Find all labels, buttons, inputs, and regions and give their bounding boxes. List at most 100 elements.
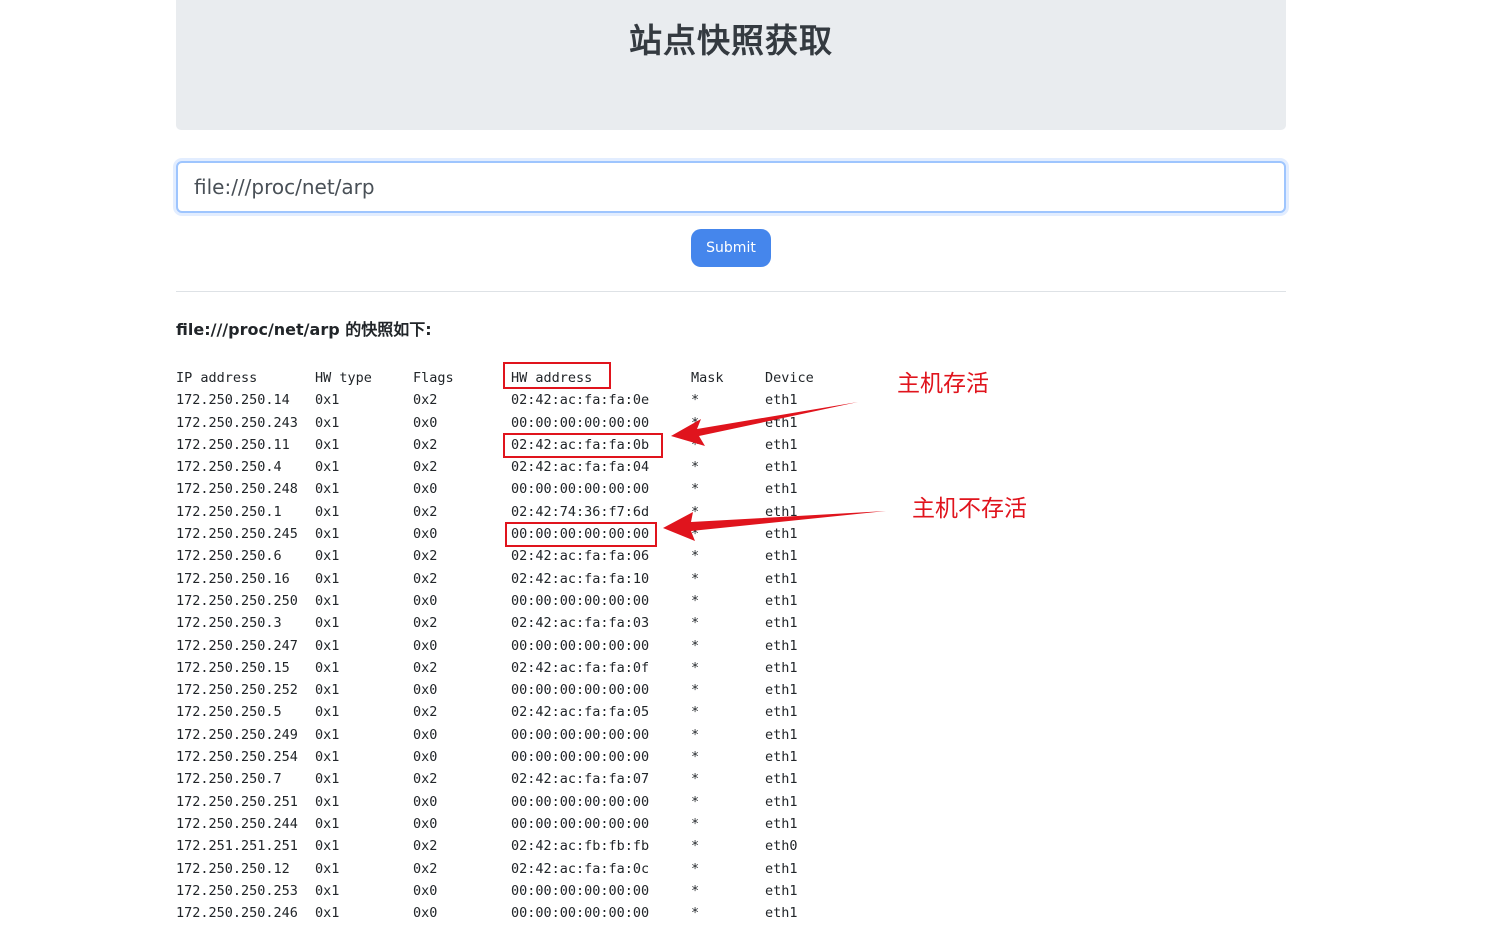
ip-address-cell: 172.250.250.15: [176, 659, 290, 676]
hw-type-cell: 0x1: [315, 882, 340, 899]
ip-address-cell: 172.250.250.243: [176, 414, 298, 431]
hw-address-cell: 00:00:00:00:00:00: [511, 414, 650, 431]
ip-address-cell: 172.250.250.246: [176, 905, 298, 922]
hw-address-cell: 00:00:00:00:00:00: [511, 637, 650, 654]
ip-address-cell: 172.250.250.14: [176, 392, 290, 409]
device-cell: eth1: [765, 526, 798, 543]
ip-address-cell: 172.250.250.248: [176, 481, 298, 498]
device-cell: eth1: [765, 548, 798, 565]
flags-cell: 0x2: [413, 503, 438, 520]
table-row: 172.250.250.12 0x1 0x2 02:42:ac:fa:fa:0c * et…: [176, 858, 836, 880]
hw-type-cell: 0x1: [315, 392, 340, 409]
hw-type-cell: 0x1: [315, 659, 340, 676]
table-row: 172.251.251.251 0x1 0x2 02:42:ac:fb:fb:fb * e…: [176, 835, 836, 857]
column-header-ip-address: IP address: [176, 370, 258, 386]
divider: [176, 291, 1286, 292]
hw-address-cell: 00:00:00:00:00:00: [511, 481, 650, 498]
page-header: 站点快照获取: [176, 0, 1286, 130]
hw-address-cell: 00:00:00:00:00:00: [511, 682, 650, 699]
hw-address-cell: 00:00:00:00:00:00: [511, 726, 650, 743]
table-row: 172.250.250.251 0x1 0x0 00:00:00:00:00:00 * e…: [176, 791, 836, 813]
hw-type-cell: 0x1: [315, 682, 340, 699]
flags-cell: 0x2: [413, 570, 438, 587]
device-cell: eth1: [765, 793, 798, 810]
mask-cell: *: [691, 481, 700, 498]
device-cell: eth1: [765, 436, 798, 453]
table-row: 172.250.250.7 0x1 0x2 02:42:ac:fa:fa:07 * eth…: [176, 768, 836, 790]
column-header-flags: Flags: [413, 370, 454, 386]
annotation-host-alive: 主机存活: [897, 371, 989, 397]
device-cell: eth1: [765, 503, 798, 520]
hw-type-cell: 0x1: [315, 704, 340, 721]
table-row: 172.250.250.4 0x1 0x2 02:42:ac:fa:fa:04 * eth…: [176, 456, 836, 478]
flags-cell: 0x0: [413, 592, 438, 609]
mask-cell: *: [691, 615, 700, 632]
ip-address-cell: 172.250.250.253: [176, 882, 298, 899]
ip-address-cell: 172.250.250.4: [176, 459, 282, 476]
table-row: 172.250.250.249 0x1 0x0 00:00:00:00:00:00 * e…: [176, 724, 836, 746]
flags-cell: 0x0: [413, 682, 438, 699]
hw-type-cell: 0x1: [315, 526, 340, 543]
mask-cell: *: [691, 704, 700, 721]
hw-address-cell: 02:42:ac:fa:fa:03: [511, 615, 650, 632]
flags-cell: 0x0: [413, 414, 438, 431]
flags-cell: 0x2: [413, 615, 438, 632]
ip-address-cell: 172.250.250.7: [176, 771, 282, 788]
mask-cell: *: [691, 793, 700, 810]
mask-cell: *: [691, 436, 700, 453]
table-row: 172.250.250.1 0x1 0x2 02:42:74:36:f7:6d * eth…: [176, 501, 836, 523]
flags-cell: 0x2: [413, 838, 438, 855]
hw-address-cell: 00:00:00:00:00:00: [511, 815, 650, 832]
flags-cell: 0x2: [413, 548, 438, 565]
mask-cell: *: [691, 659, 700, 676]
ip-address-cell: 172.250.250.12: [176, 860, 290, 877]
mask-cell: *: [691, 414, 700, 431]
table-row: 172.250.250.14 0x1 0x2 02:42:ac:fa:fa:0e * et…: [176, 389, 836, 411]
result-heading: file:///proc/net/arp 的快照如下:: [176, 320, 432, 339]
hw-type-cell: 0x1: [315, 570, 340, 587]
column-header-hw-type: HW type: [315, 370, 372, 386]
device-cell: eth1: [765, 882, 798, 899]
column-header-mask: Mask: [691, 370, 724, 386]
url-input[interactable]: [176, 161, 1286, 213]
hw-type-cell: 0x1: [315, 548, 340, 565]
mask-cell: *: [691, 503, 700, 520]
hw-type-cell: 0x1: [315, 615, 340, 632]
hw-type-cell: 0x1: [315, 771, 340, 788]
submit-button[interactable]: Submit: [691, 229, 771, 267]
device-cell: eth1: [765, 682, 798, 699]
table-row: 172.250.250.254 0x1 0x0 00:00:00:00:00:00 * e…: [176, 746, 836, 768]
device-cell: eth1: [765, 414, 798, 431]
table-row: 172.250.250.5 0x1 0x2 02:42:ac:fa:fa:05 * eth…: [176, 701, 836, 723]
hw-address-cell: 00:00:00:00:00:00: [511, 882, 650, 899]
ip-address-cell: 172.250.250.11: [176, 436, 290, 453]
hw-type-cell: 0x1: [315, 637, 340, 654]
hw-type-cell: 0x1: [315, 414, 340, 431]
table-row: 172.250.250.247 0x1 0x0 00:00:00:00:00:00 * e…: [176, 635, 836, 657]
flags-cell: 0x2: [413, 771, 438, 788]
mask-cell: *: [691, 682, 700, 699]
hw-type-cell: 0x1: [315, 436, 340, 453]
mask-cell: *: [691, 771, 700, 788]
annotation-host-dead: 主机不存活: [912, 496, 1027, 522]
ip-address-cell: 172.250.250.254: [176, 749, 298, 766]
ip-address-cell: 172.250.250.249: [176, 726, 298, 743]
flags-cell: 0x0: [413, 726, 438, 743]
table-row: 172.250.250.243 0x1 0x0 00:00:00:00:00:00 * e…: [176, 412, 836, 434]
mask-cell: *: [691, 815, 700, 832]
hw-type-cell: 0x1: [315, 860, 340, 877]
device-cell: eth1: [765, 459, 798, 476]
flags-cell: 0x0: [413, 905, 438, 922]
ip-address-cell: 172.250.250.252: [176, 682, 298, 699]
ip-address-cell: 172.251.251.251: [176, 838, 298, 855]
device-cell: eth1: [765, 615, 798, 632]
column-header-device: Device: [765, 370, 814, 386]
device-cell: eth1: [765, 481, 798, 498]
hw-address-cell: 02:42:74:36:f7:6d: [511, 503, 650, 520]
flags-cell: 0x0: [413, 815, 438, 832]
flags-cell: 0x2: [413, 860, 438, 877]
mask-cell: *: [691, 592, 700, 609]
table-row: 172.250.250.6 0x1 0x2 02:42:ac:fa:fa:06 * eth…: [176, 545, 836, 567]
device-cell: eth1: [765, 592, 798, 609]
flags-cell: 0x2: [413, 392, 438, 409]
